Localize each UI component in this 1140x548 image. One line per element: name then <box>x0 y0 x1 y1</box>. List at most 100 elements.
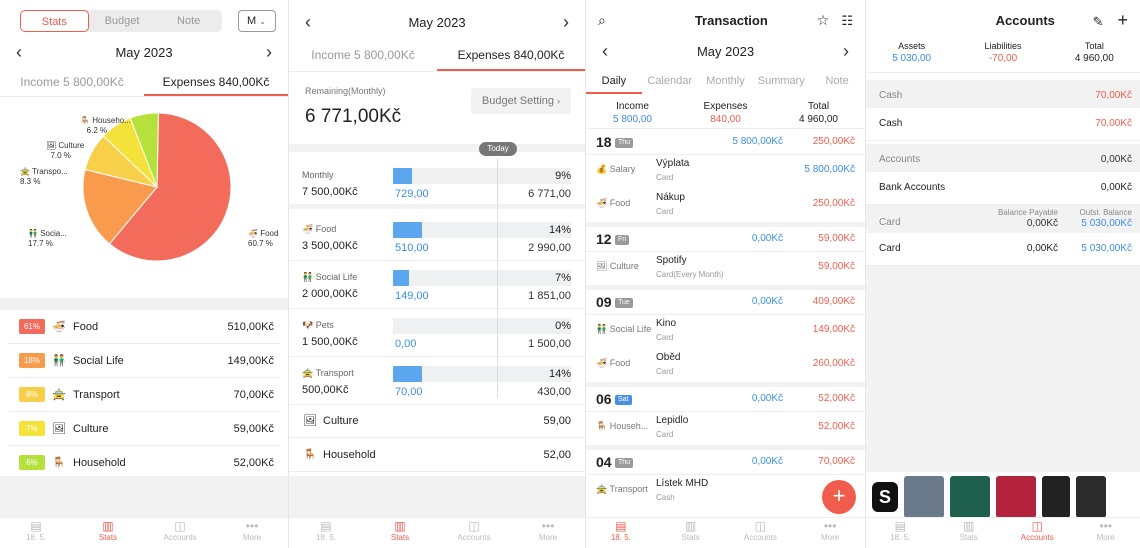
percent-badge: 7% <box>19 421 45 436</box>
category-row[interactable]: 8% 🚖 Transport 70,00Kč <box>8 378 280 412</box>
tab-note[interactable]: Note <box>809 70 865 94</box>
ad-image[interactable] <box>1042 476 1070 518</box>
tab-more[interactable]: ••• More <box>511 518 585 548</box>
tab-more[interactable]: ••• More <box>1072 518 1140 548</box>
tab-expenses[interactable]: Expenses 840,00Kč <box>144 70 288 96</box>
edit-icon[interactable]: ✎ <box>1093 14 1104 29</box>
coins-icon: ◫ <box>1031 519 1043 533</box>
tab-stats[interactable]: ▥ Stats <box>363 518 437 548</box>
chevron-left-icon[interactable]: ‹ <box>12 42 26 63</box>
percent-badge: 6% <box>19 455 45 470</box>
group-cash: Cash 70,00Kč <box>866 80 1140 108</box>
budget-item[interactable]: 🚖 Transport 500,00Kč 14% 70,00 430,00 <box>289 356 585 405</box>
day-income: 0,00Kč <box>751 233 783 244</box>
account-row-cash[interactable]: Cash 70,00Kč <box>866 108 1140 141</box>
ad-banner[interactable]: S <box>866 472 1140 522</box>
tab-daily[interactable]: ▤ 18. 5. <box>586 518 656 548</box>
tab-stats[interactable]: ▥ Stats <box>935 518 1004 548</box>
transaction-row[interactable]: 🍜 Food Oběd Card 260,00Kč <box>586 348 865 380</box>
budget-item[interactable]: 👬 Social Life 2 000,00Kč 7% 149,00 1 851… <box>289 260 585 309</box>
tab-daily[interactable]: ▤ 18. 5. <box>0 518 72 548</box>
transaction-account: Card <box>656 430 674 439</box>
chevron-left-icon[interactable]: ‹ <box>301 12 315 33</box>
tab-daily[interactable]: ▤ 18. 5. <box>866 518 935 548</box>
view-segmented-control: Stats Budget Note <box>20 10 222 32</box>
category-name: Household <box>73 456 126 469</box>
day-number: 09 <box>596 294 612 310</box>
period-select[interactable]: M ⌄ <box>238 10 276 32</box>
tab-stats[interactable]: ▥ Stats <box>72 518 144 548</box>
total-summary: Total 4 960,00 <box>1074 41 1114 64</box>
tab-calendar[interactable]: Calendar <box>642 70 698 94</box>
budget-name: 🍜 Food <box>302 224 337 234</box>
category-row[interactable]: 7% 🖼 Culture 59,00Kč <box>8 412 280 446</box>
group-accounts: Accounts 0,00Kč <box>866 144 1140 172</box>
budget-setting-button[interactable]: Budget Setting › <box>471 88 571 114</box>
add-transaction-button[interactable]: + <box>822 480 856 514</box>
today-marker: Today <box>479 142 517 156</box>
tab-more[interactable]: ••• More <box>216 518 288 548</box>
transaction-name: Nákup <box>656 192 685 203</box>
transaction-category: 🍜 Food <box>596 358 631 368</box>
chevron-left-icon[interactable]: ‹ <box>598 41 612 62</box>
search-icon[interactable]: ⌕ <box>598 12 606 29</box>
ad-image[interactable] <box>1076 476 1106 518</box>
weekday-badge: Thu <box>615 458 634 468</box>
chevron-right-icon[interactable]: › <box>262 42 276 63</box>
star-icon[interactable]: ☆ <box>817 12 830 28</box>
tab-monthly[interactable]: Monthly <box>698 70 754 94</box>
budget-percent: 9% <box>555 170 571 182</box>
account-row-bank[interactable]: Bank Accounts 0,00Kč <box>866 172 1140 205</box>
tab-income[interactable]: Income 5 800,00Kč <box>289 43 437 71</box>
tab-accounts[interactable]: ◫ Accounts <box>1003 518 1072 548</box>
budget-item[interactable]: 🐶 Pets 1 500,00Kč 0% 0,00 1 500,00 <box>289 308 585 357</box>
tab-expenses[interactable]: Expenses 840,00Kč <box>437 43 585 71</box>
ad-image[interactable]: S <box>872 482 898 512</box>
tab-income[interactable]: Income 5 800,00Kč <box>0 70 144 96</box>
tab-accounts[interactable]: ◫ Accounts <box>437 518 511 548</box>
budget-item[interactable]: Monthly 7 500,00Kč 9% 729,00 6 771,00 <box>289 158 585 207</box>
transaction-category: 🍜 Food <box>596 198 631 208</box>
tab-daily[interactable]: ▤ 18. 5. <box>289 518 363 548</box>
budget-plain-row[interactable]: 🖼 Culture 59,00 <box>289 404 585 438</box>
category-row[interactable]: 6% 🪑 Household 52,00Kč <box>8 446 280 480</box>
budget-amount: 7 500,00Kč <box>302 186 358 198</box>
budget-plain-row[interactable]: 🪑 Household 52,00 <box>289 438 585 472</box>
budget-amount: 2 000,00Kč <box>302 288 358 300</box>
budget-name: Monthly <box>302 170 334 180</box>
seg-budget[interactable]: Budget <box>89 10 156 32</box>
chevron-right-icon[interactable]: › <box>839 41 853 62</box>
transaction-row[interactable]: 👬 Social Life Kino Card 149,00Kč <box>586 314 865 346</box>
ad-image[interactable] <box>950 476 990 518</box>
pie-label-transport: 🚖 Transpo... 8.3 % <box>20 167 68 186</box>
transaction-row[interactable]: 💰 Salary Výplata Card 5 800,00Kč <box>586 154 865 186</box>
filter-icon[interactable]: ☷ <box>841 13 853 28</box>
transaction-row[interactable]: 🍜 Food Nákup Card 250,00Kč <box>586 188 865 220</box>
tab-summary[interactable]: Summary <box>753 70 809 94</box>
chevron-right-icon[interactable]: › <box>559 12 573 33</box>
tab-stats[interactable]: ▥ Stats <box>656 518 726 548</box>
tab-daily[interactable]: Daily <box>586 70 642 94</box>
account-row-card[interactable]: Card 0,00Kč 5 030,00Kč <box>866 233 1140 266</box>
transaction-row[interactable]: 🪑 Househ... Lepidlo Card 52,00Kč <box>586 411 865 443</box>
percent-badge: 61% <box>19 319 45 334</box>
seg-note[interactable]: Note <box>155 10 222 32</box>
budget-amount: 3 500,00Kč <box>302 240 358 252</box>
seg-stats[interactable]: Stats <box>20 10 89 32</box>
transaction-row[interactable]: 🖼 Culture Spotify Card(Every Month) 59,0… <box>586 251 865 283</box>
ad-image[interactable] <box>996 476 1036 518</box>
category-icon: 🍜 <box>52 321 66 333</box>
category-row[interactable]: 18% 👬 Social Life 149,00Kč <box>8 344 280 378</box>
divider <box>289 144 585 152</box>
ad-image[interactable] <box>904 476 944 518</box>
tab-accounts[interactable]: ◫ Accounts <box>144 518 216 548</box>
category-name: Transport <box>73 388 120 401</box>
tab-more[interactable]: ••• More <box>795 518 865 548</box>
budget-percent: 7% <box>555 272 571 284</box>
view-tabs: Daily Calendar Monthly Summary Note <box>586 70 865 94</box>
budget-item[interactable]: 🍜 Food 3 500,00Kč 14% 510,00 2 990,00 <box>289 212 585 261</box>
tab-accounts[interactable]: ◫ Accounts <box>726 518 796 548</box>
category-row[interactable]: 61% 🍜 Food 510,00Kč <box>8 310 280 344</box>
day-expense: 59,00Kč <box>818 233 855 244</box>
add-icon[interactable]: + <box>1117 10 1128 30</box>
